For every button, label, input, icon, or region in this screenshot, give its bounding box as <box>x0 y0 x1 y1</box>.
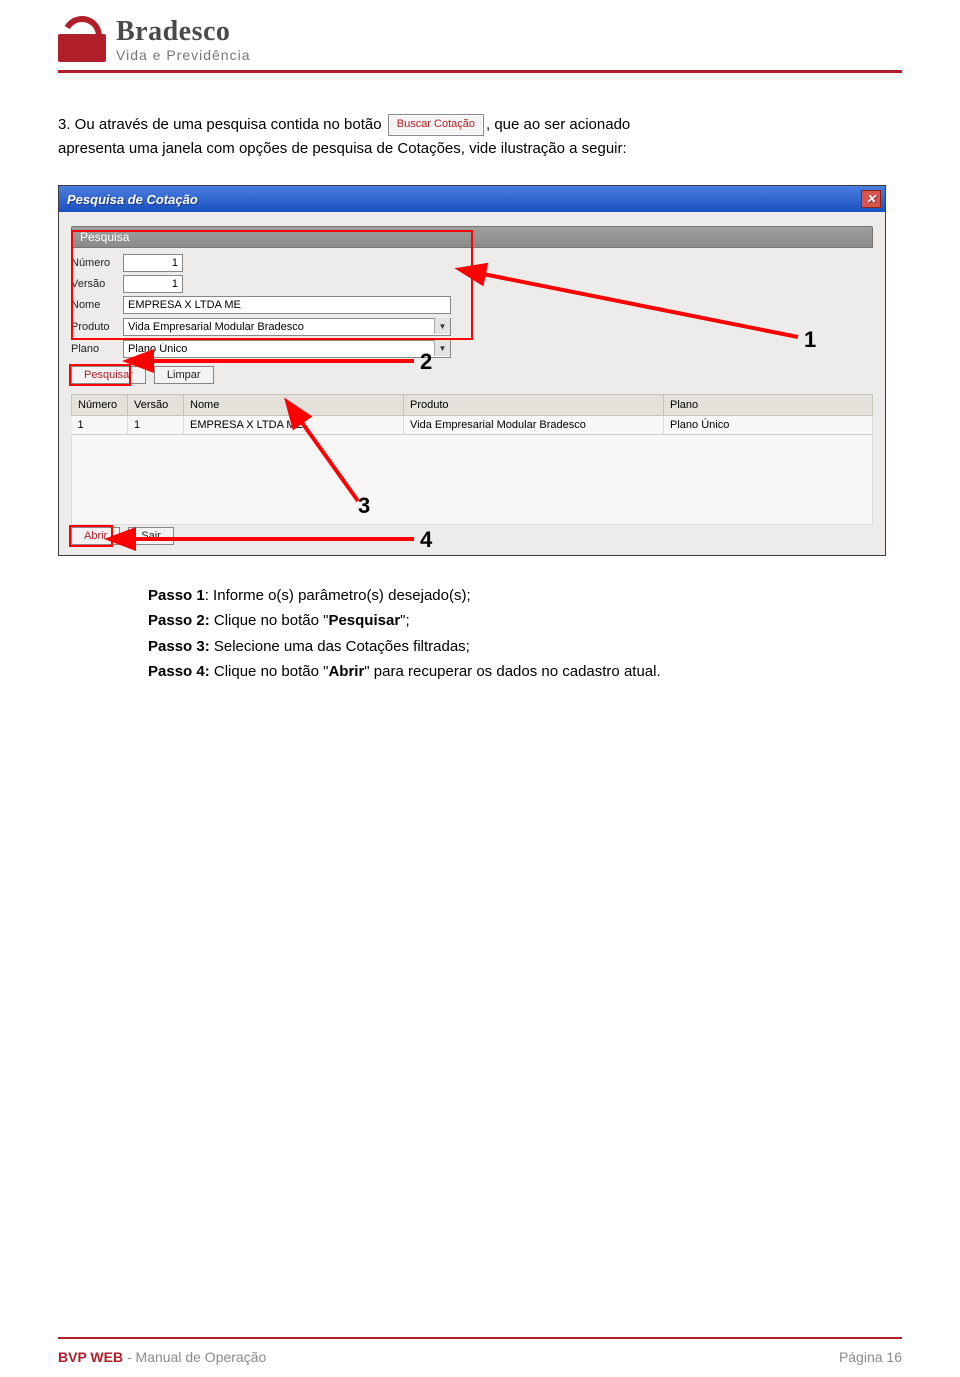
dialog-title: Pesquisa de Cotação <box>67 192 198 207</box>
intro-text: 3. Ou através de uma pesquisa contida no… <box>58 113 902 161</box>
step4-label: Passo 4: <box>148 663 210 680</box>
callout-2: 2 <box>420 349 432 375</box>
cell-versao: 1 <box>128 416 184 435</box>
label-numero: Número <box>71 257 123 269</box>
footer: BVP WEB - Manual de Operação Página 16 <box>58 1349 902 1365</box>
chevron-down-icon[interactable]: ▼ <box>434 318 450 334</box>
brand-name: Bradesco <box>116 18 250 46</box>
step2-t1: Clique no botão " <box>210 612 329 629</box>
step2-bold: Pesquisar <box>328 612 400 629</box>
logo-block: Bradesco Vida e Previdência <box>58 10 902 66</box>
nome-field[interactable] <box>123 296 451 314</box>
sair-button[interactable]: Sair <box>128 527 174 545</box>
intro-line2: apresenta uma janela com opções de pesqu… <box>58 140 627 157</box>
col-produto: Produto <box>404 395 664 416</box>
footer-rest: - Manual de Operação <box>123 1349 266 1365</box>
footer-bvp: BVP WEB <box>58 1349 123 1365</box>
step3-label: Passo 3: <box>148 638 210 655</box>
section-header-pesquisa: Pesquisa <box>71 226 873 248</box>
label-nome: Nome <box>71 299 123 311</box>
buscar-cotacao-button-image: Buscar Cotação <box>388 114 484 136</box>
intro-line1b: , que ao ser acionado <box>486 116 630 133</box>
bradesco-logo-icon <box>58 18 106 62</box>
results-empty-area <box>71 435 873 525</box>
cell-plano: Plano Único <box>664 416 873 435</box>
label-versao: Versão <box>71 278 123 290</box>
numero-field[interactable] <box>123 254 183 272</box>
step3-text: Selecione uma das Cotações filtradas; <box>210 638 470 655</box>
close-icon[interactable]: ✕ <box>861 190 881 208</box>
step4-t1: Clique no botão " <box>210 663 329 680</box>
col-plano: Plano <box>664 395 873 416</box>
dialog-titlebar: Pesquisa de Cotação ✕ <box>59 186 885 212</box>
footer-divider <box>58 1337 902 1339</box>
produto-select[interactable] <box>123 318 451 336</box>
col-numero: Número <box>72 395 128 416</box>
plano-select[interactable] <box>123 340 451 358</box>
step1-text: : Informe o(s) parâmetro(s) desejado(s); <box>205 587 471 604</box>
step4-bold: Abrir <box>328 663 364 680</box>
results-table: Número Versão Nome Produto Plano 1 1 EMP… <box>71 394 873 435</box>
steps-list: Passo 1: Informe o(s) parâmetro(s) desej… <box>148 584 902 683</box>
pesquisar-button[interactable]: Pesquisar <box>71 366 146 384</box>
col-nome: Nome <box>184 395 404 416</box>
screenshot-container: Pesquisa de Cotação ✕ Pesquisa Número Ve… <box>58 185 902 556</box>
versao-field[interactable] <box>123 275 183 293</box>
intro-line1a: Ou através de uma pesquisa contida no bo… <box>71 116 386 133</box>
step2-t2: "; <box>400 612 410 629</box>
header-divider <box>58 70 902 73</box>
label-produto: Produto <box>71 321 123 333</box>
callout-1: 1 <box>804 327 816 353</box>
callout-4: 4 <box>420 527 432 553</box>
label-plano: Plano <box>71 343 123 355</box>
step1-label: Passo 1 <box>148 587 205 604</box>
cell-numero: 1 <box>72 416 128 435</box>
intro-number: 3. <box>58 116 71 133</box>
footer-page: Página 16 <box>839 1349 902 1365</box>
table-row[interactable]: 1 1 EMPRESA X LTDA ME Vida Empresarial M… <box>72 416 873 435</box>
limpar-button[interactable]: Limpar <box>154 366 214 384</box>
step2-label: Passo 2: <box>148 612 210 629</box>
callout-3: 3 <box>358 493 370 519</box>
cell-nome: EMPRESA X LTDA ME <box>184 416 404 435</box>
chevron-down-icon[interactable]: ▼ <box>434 340 450 356</box>
pesquisa-cotacao-dialog: Pesquisa de Cotação ✕ Pesquisa Número Ve… <box>58 185 886 556</box>
step4-t2: " para recuperar os dados no cadastro at… <box>364 663 660 680</box>
brand-subtitle: Vida e Previdência <box>116 48 250 62</box>
cell-produto: Vida Empresarial Modular Bradesco <box>404 416 664 435</box>
col-versao: Versão <box>128 395 184 416</box>
abrir-button[interactable]: Abrir <box>71 527 120 545</box>
